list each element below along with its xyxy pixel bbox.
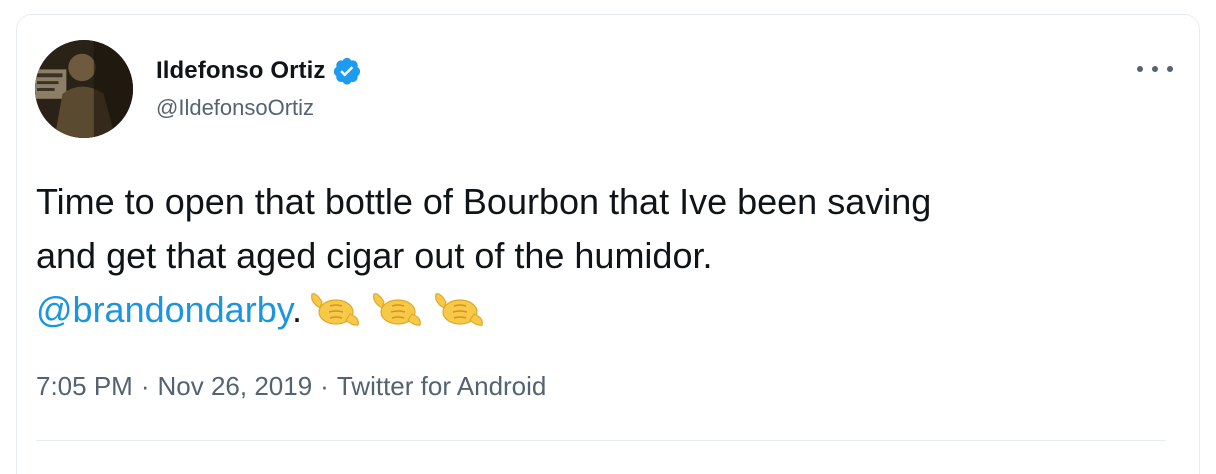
avatar[interactable] <box>35 40 133 138</box>
call-me-hand-emoji-icon <box>373 293 421 326</box>
tweet-text-line-1: Time to open that bottle of Bourbon that… <box>36 181 932 222</box>
more-options-icon[interactable] <box>1137 59 1173 79</box>
tweet-metadata: 7:05 PM · Nov 26, 2019 · Twitter for And… <box>36 371 546 402</box>
verified-badge-icon <box>333 57 360 85</box>
mention-trailing-period: . <box>292 289 303 330</box>
meta-separator: · <box>320 371 329 401</box>
more-dot <box>1167 66 1173 72</box>
tweet-text-line-2: and get that aged cigar out of the humid… <box>36 235 713 276</box>
tweet-text-line-3: @brandondarby. <box>36 283 1176 337</box>
tweet-text: Time to open that bottle of Bourbon that… <box>36 175 1176 337</box>
emoji-group <box>306 288 486 328</box>
avatar-photo <box>35 40 133 138</box>
tweet-source[interactable]: Twitter for Android <box>337 371 547 402</box>
call-me-hand-emoji-icon <box>311 293 359 326</box>
call-me-hand-emoji-icon <box>435 293 483 326</box>
more-dot <box>1137 66 1143 72</box>
mention-link[interactable]: @brandondarby <box>36 289 292 330</box>
divider <box>36 440 1166 441</box>
meta-separator: · <box>140 371 150 401</box>
tweet-time[interactable]: 7:05 PM <box>36 371 133 402</box>
tweet-date[interactable]: Nov 26, 2019 <box>158 371 313 402</box>
tweet-card: Ildefonso Ortiz @IldefonsoOrtiz Time to … <box>16 14 1200 474</box>
more-dot <box>1152 66 1158 72</box>
author-row: Ildefonso Ortiz <box>156 56 362 86</box>
author-handle[interactable]: @IldefonsoOrtiz <box>156 95 314 121</box>
author-name[interactable]: Ildefonso Ortiz <box>156 57 326 85</box>
